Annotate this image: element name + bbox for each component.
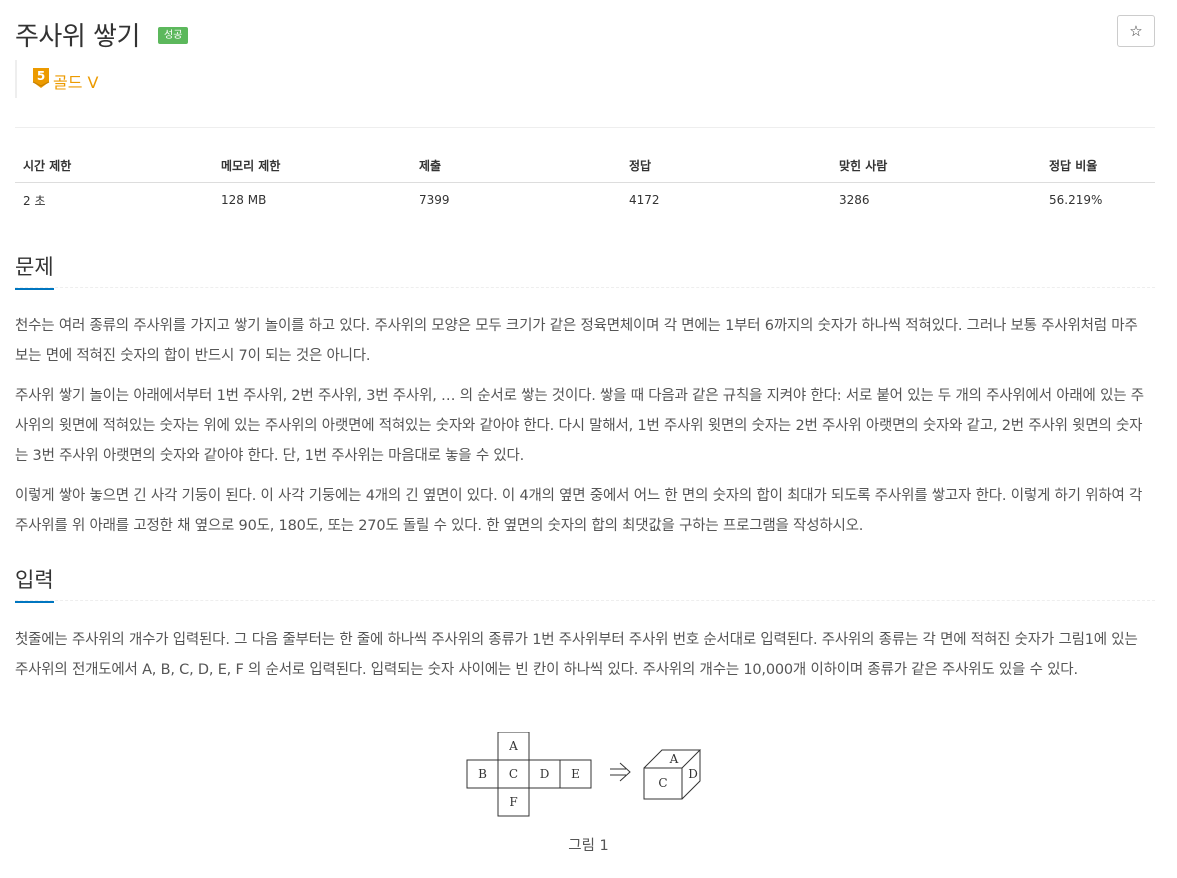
tier-row: 5 골드 V: [15, 60, 217, 98]
problem-section-header: 문제: [15, 251, 1155, 290]
header-accept-ratio: 정답 비율: [1041, 148, 1155, 183]
double-arrow-right-icon: [610, 762, 631, 782]
time-limit-value: 2 초: [23, 193, 46, 208]
title-row: 주사위 쌓기 성공 ☆: [15, 14, 1155, 54]
submissions-value[interactable]: 7399: [411, 183, 621, 218]
cube-face-front: C: [658, 776, 667, 790]
accepted-value[interactable]: 4172: [621, 183, 831, 218]
tier-level-number: 5: [37, 69, 45, 83]
problem-info-table: 시간 제한 메모리 제한 제출 정답 맞힌 사람 정답 비율 2 초 128 M…: [15, 148, 1155, 217]
divider: [15, 127, 1155, 128]
header-memory-limit: 메모리 제한: [213, 148, 411, 183]
input-heading: 입력: [15, 564, 54, 603]
info-table-row: 2 초 128 MB 7399 4172 3286 56.219%: [15, 183, 1155, 218]
input-paragraph-1: 첫줄에는 주사위의 개수가 입력된다. 그 다음 줄부터는 한 줄에 하나씩 주…: [15, 632, 1138, 678]
figure-caption: 그림 1: [568, 838, 609, 854]
net-face-e: E: [571, 767, 580, 781]
cube-face-top: A: [669, 752, 679, 766]
header-solved-users: 맞힌 사람: [831, 148, 1041, 183]
page-title: 주사위 쌓기: [15, 22, 140, 52]
favorite-star-button[interactable]: ☆: [1117, 15, 1155, 47]
input-section-header: 입력: [15, 564, 1155, 603]
status-badge: 성공: [158, 27, 189, 44]
problem-paragraph-2: 주사위 쌓기 놀이는 아래에서부터 1번 주사위, 2번 주사위, 3번 주사위…: [15, 388, 1144, 464]
star-icon: ☆: [1129, 22, 1143, 40]
net-face-c: C: [509, 767, 518, 781]
problem-paragraph-1: 천수는 여러 종류의 주사위를 가지고 쌓기 놀이를 하고 있다. 주사위의 모…: [15, 318, 1138, 364]
net-face-b: B: [478, 767, 487, 781]
net-face-f: F: [509, 795, 517, 809]
header-submissions: 제출: [411, 148, 621, 183]
header-time-limit: 시간 제한: [15, 148, 213, 183]
problem-paragraph-3: 이렇게 쌓아 놓으면 긴 사각 기둥이 된다. 이 사각 기둥에는 4개의 긴 …: [15, 488, 1143, 534]
dice-net-figure: A B C D E F A C D: [466, 732, 702, 817]
cube-face-right: D: [688, 767, 698, 781]
memory-limit-value: 128 MB: [221, 193, 267, 207]
header-accepted: 정답: [621, 148, 831, 183]
tier-badge-icon: 5: [32, 68, 50, 88]
info-table-header-row: 시간 제한 메모리 제한 제출 정답 맞힌 사람 정답 비율: [15, 148, 1155, 183]
net-face-a: A: [508, 739, 518, 753]
net-face-d: D: [540, 767, 550, 781]
tier-label[interactable]: 골드 V: [53, 69, 98, 93]
problem-heading: 문제: [15, 251, 54, 290]
solved-users-value[interactable]: 3286: [831, 183, 1041, 218]
accept-ratio-value: 56.219%: [1049, 193, 1103, 207]
